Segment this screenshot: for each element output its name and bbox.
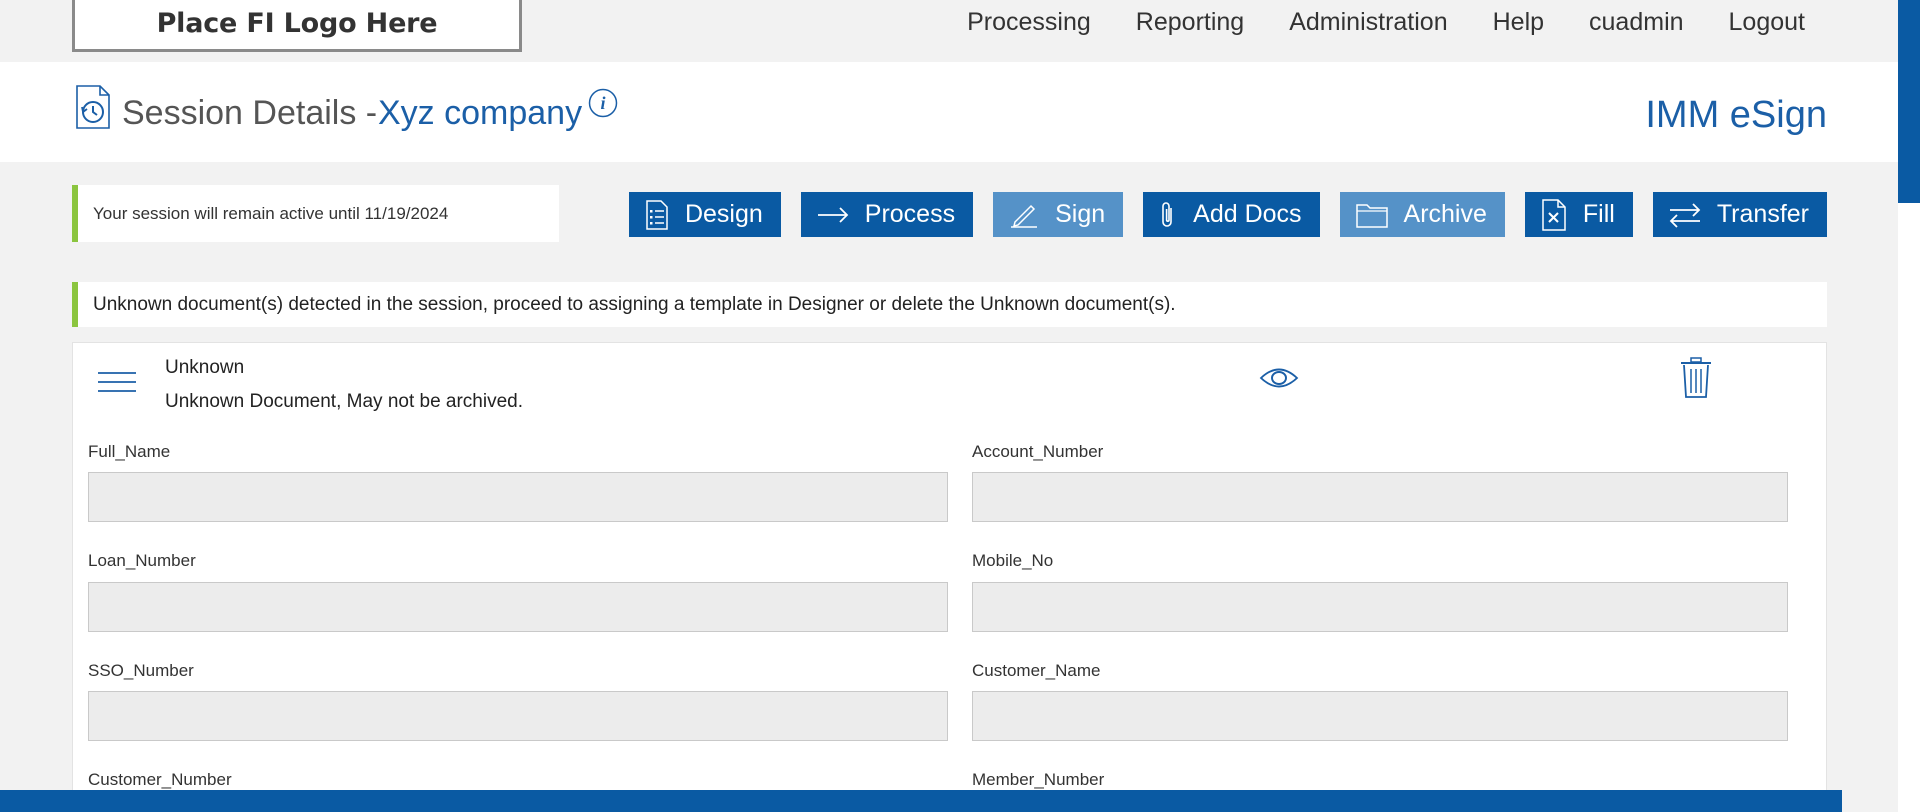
loan-number-field[interactable] bbox=[88, 582, 948, 632]
session-history-icon bbox=[76, 85, 110, 129]
fill-button-label: Fill bbox=[1582, 200, 1615, 228]
swap-icon bbox=[1669, 202, 1701, 228]
page-title: Session Details - bbox=[122, 94, 378, 132]
nav-reporting[interactable]: Reporting bbox=[1136, 8, 1244, 37]
sso-number-label: SSO_Number bbox=[88, 661, 194, 680]
mobile-no-label: Mobile_No bbox=[972, 551, 1054, 570]
member-number-label: Member_Number bbox=[972, 770, 1105, 789]
add-docs-button[interactable]: Add Docs bbox=[1143, 192, 1320, 237]
customer-name-field[interactable] bbox=[972, 691, 1788, 741]
trash-icon[interactable] bbox=[1679, 357, 1713, 399]
loan-number-label: Loan_Number bbox=[88, 551, 196, 570]
transfer-button-label: Transfer bbox=[1716, 200, 1809, 228]
scrollbar-thumb[interactable] bbox=[1898, 0, 1920, 203]
fill-button[interactable]: Fill bbox=[1524, 192, 1633, 237]
nav-help[interactable]: Help bbox=[1493, 8, 1544, 37]
arrow-right-icon bbox=[817, 206, 849, 223]
product-brand: IMM eSign bbox=[1645, 94, 1827, 136]
customer-number-label: Customer_Number bbox=[88, 770, 232, 789]
pen-icon bbox=[1011, 204, 1038, 228]
info-icon[interactable]: i bbox=[588, 88, 618, 118]
session-timeout-notice: Your session will remain active until 11… bbox=[72, 185, 559, 242]
page-scrollbar[interactable] bbox=[1898, 0, 1920, 812]
archive-button-label: Archive bbox=[1403, 200, 1487, 228]
mobile-no-field[interactable] bbox=[972, 582, 1788, 632]
action-toolbar: Design Process Sign Add Docs Archive Fil… bbox=[628, 192, 1827, 237]
folder-icon bbox=[1355, 203, 1388, 228]
sign-button[interactable]: Sign bbox=[993, 192, 1124, 237]
main-nav: Processing Reporting Administration Help… bbox=[967, 4, 1805, 40]
account-number-field[interactable] bbox=[972, 472, 1788, 522]
nav-administration[interactable]: Administration bbox=[1289, 8, 1447, 37]
nav-processing[interactable]: Processing bbox=[967, 8, 1091, 37]
process-button-label: Process bbox=[864, 200, 956, 228]
full-name-label: Full_Name bbox=[88, 442, 171, 461]
paperclip-icon bbox=[1162, 201, 1172, 227]
sso-number-field[interactable] bbox=[88, 691, 948, 741]
add-docs-button-label: Add Docs bbox=[1193, 200, 1302, 228]
svg-text:i: i bbox=[600, 93, 605, 113]
process-button[interactable]: Process bbox=[800, 192, 974, 237]
session-header: Session Details - Xyz company i IMM eSig… bbox=[0, 62, 1898, 162]
fi-logo-placeholder: Place FI Logo Here bbox=[72, 0, 522, 52]
document-name: Unknown bbox=[165, 357, 245, 378]
design-button-label: Design bbox=[684, 200, 763, 228]
eye-icon[interactable] bbox=[1259, 363, 1299, 393]
file-x-icon bbox=[1542, 198, 1566, 231]
list-icon bbox=[646, 199, 668, 230]
nav-logout[interactable]: Logout bbox=[1729, 8, 1805, 37]
unknown-documents-warning: Unknown document(s) detected in the sess… bbox=[72, 282, 1827, 327]
full-name-field[interactable] bbox=[88, 472, 948, 522]
document-card: Unknown Unknown Document, May not be arc… bbox=[72, 342, 1827, 812]
hamburger-menu-icon[interactable] bbox=[97, 367, 137, 397]
sign-button-label: Sign bbox=[1055, 200, 1106, 228]
nav-user[interactable]: cuadmin bbox=[1589, 8, 1684, 37]
transfer-button[interactable]: Transfer bbox=[1652, 192, 1827, 237]
customer-name-label: Customer_Name bbox=[972, 661, 1101, 680]
archive-button[interactable]: Archive bbox=[1339, 192, 1505, 237]
bottom-bar bbox=[0, 790, 1842, 812]
document-description: Unknown Document, May not be archived. bbox=[165, 391, 524, 412]
account-number-label: Account_Number bbox=[972, 442, 1104, 461]
top-bar: Place FI Logo Here Processing Reporting … bbox=[0, 0, 1920, 62]
design-button[interactable]: Design bbox=[628, 192, 781, 237]
company-name: Xyz company bbox=[378, 94, 583, 132]
